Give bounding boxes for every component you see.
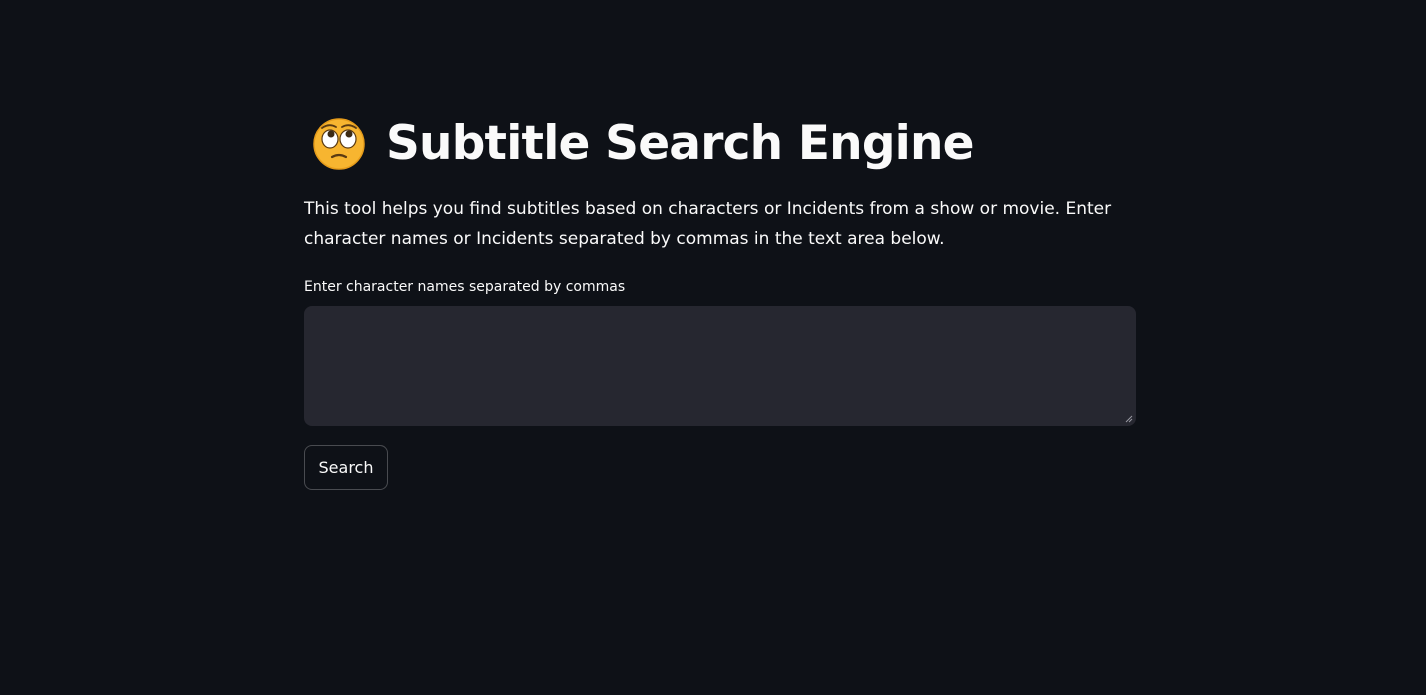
character-textarea-container [304, 306, 1136, 426]
character-input-label: Enter character names separated by comma… [304, 279, 626, 295]
resize-handle-icon[interactable] [1125, 415, 1133, 423]
character-names-textarea[interactable] [304, 306, 1136, 426]
face-with-rolling-eyes-icon [313, 118, 365, 170]
page-description: This tool helps you find subtitles based… [304, 199, 1112, 249]
search-button[interactable]: Search [304, 445, 388, 490]
page-title: Subtitle Search Engine [386, 116, 975, 171]
title-row: Subtitle Search Engine [312, 112, 975, 176]
